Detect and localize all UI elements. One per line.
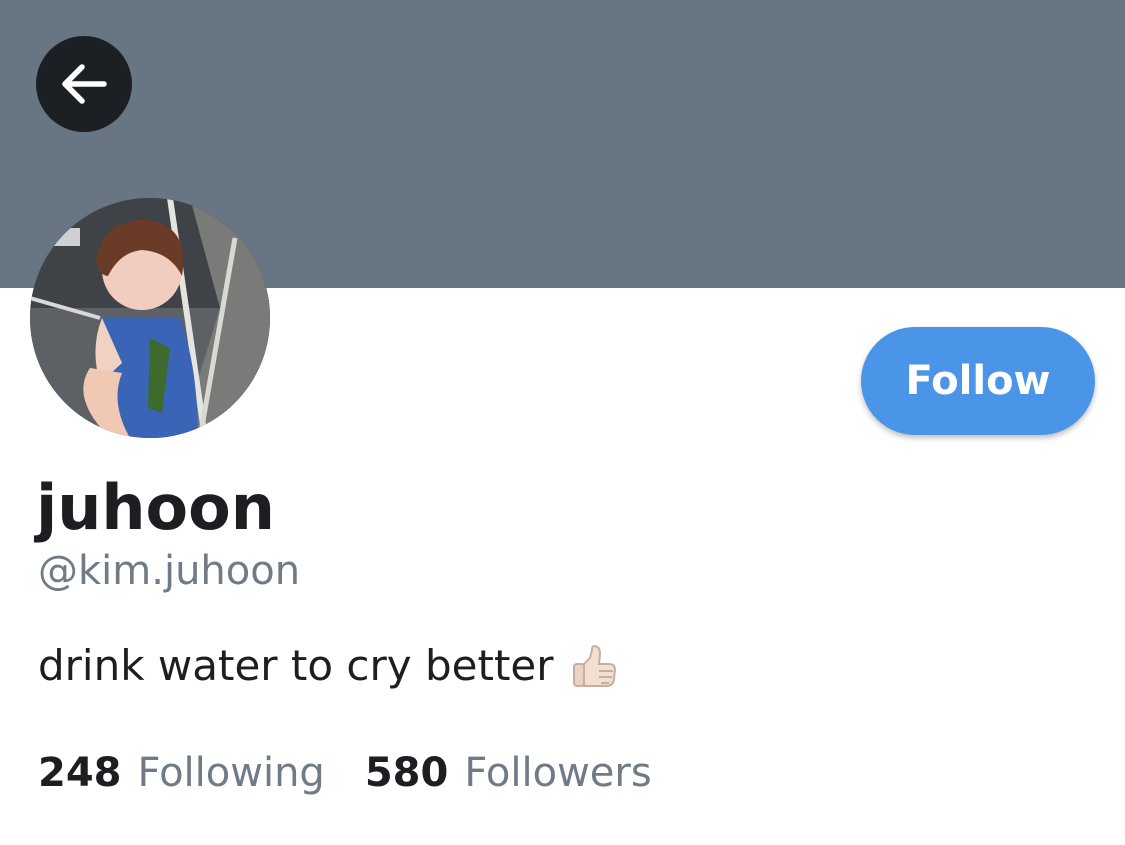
followers-stat[interactable]: 580 Followers [365,750,652,796]
thumbs-up-icon [572,644,616,687]
arrow-left-icon [62,64,107,104]
avatar[interactable] [30,198,270,438]
following-count: 248 [38,750,122,796]
bio: drink water to cry better [38,638,620,694]
followers-label: Followers [464,750,652,796]
user-handle: @kim.juhoon [38,548,301,594]
back-button[interactable] [36,36,132,132]
display-name: juhoon [36,471,275,544]
followers-count: 580 [364,750,449,796]
profile-stats: 248 Following 580 Followers [38,745,652,801]
avatar-photo [30,198,270,438]
following-stat[interactable]: 248 Following [38,750,325,796]
follow-button[interactable]: Follow [861,327,1095,435]
following-label: Following [137,750,325,796]
bio-text: drink water to cry better [38,641,554,690]
